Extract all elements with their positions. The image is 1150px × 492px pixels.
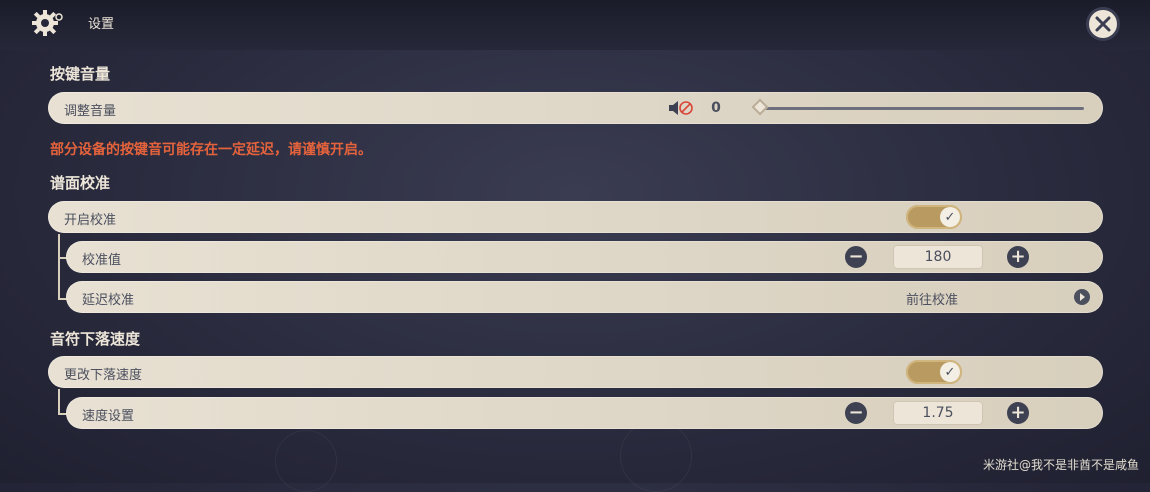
volume-slider-track[interactable] — [760, 107, 1084, 110]
close-icon — [1095, 16, 1111, 32]
calibration-decrease-button[interactable]: − — [845, 246, 867, 268]
volume-value: 0 — [711, 100, 721, 116]
speed-value-field[interactable]: 1.75 — [893, 401, 983, 425]
enable-calibration-toggle[interactable]: ✓ — [906, 205, 962, 229]
delay-calibration-label: 延迟校准 — [82, 293, 135, 308]
speed-increase-button[interactable]: + — [1007, 402, 1029, 424]
calibration-value-row: 校准值 − 180 + — [66, 241, 1103, 273]
calibration-value-field[interactable]: 180 — [893, 245, 983, 269]
warning-text: 部分设备的按键音可能存在一定延迟，请谨慎开启。 — [50, 142, 372, 158]
calibration-value-label: 校准值 — [82, 253, 122, 268]
minus-icon: − — [848, 246, 864, 267]
goto-calibration-link[interactable]: 前往校准 — [906, 289, 958, 308]
section-title-calibration: 谱面校准 — [50, 174, 111, 192]
close-button[interactable] — [1086, 7, 1120, 41]
watermark: 米游社@我不是非酋不是咸鱼 — [983, 458, 1140, 472]
top-bar: 设置 — [0, 0, 1150, 50]
enable-calibration-row: 开启校准 ✓ — [48, 201, 1103, 233]
change-speed-label: 更改下落速度 — [64, 368, 143, 383]
calibration-increase-button[interactable]: + — [1007, 246, 1029, 268]
check-icon: ✓ — [940, 362, 960, 382]
volume-row: 调整音量 0 — [48, 92, 1103, 124]
delay-calibration-row[interactable]: 延迟校准 前往校准 — [66, 281, 1103, 313]
enable-calibration-label: 开启校准 — [64, 213, 117, 228]
change-speed-toggle[interactable]: ✓ — [906, 360, 962, 384]
background-decoration — [620, 420, 692, 492]
gear-icon — [30, 8, 64, 38]
speed-setting-row: 速度设置 − 1.75 + — [66, 397, 1103, 429]
section-title-key-volume: 按键音量 — [50, 65, 111, 83]
volume-slider-thumb[interactable] — [751, 98, 769, 116]
section-title-fall-speed: 音符下落速度 — [50, 330, 141, 348]
volume-muted-icon[interactable] — [668, 100, 694, 116]
volume-label: 调整音量 — [64, 104, 117, 119]
minus-icon: − — [848, 402, 864, 423]
plus-icon: + — [1010, 402, 1026, 423]
page-title: 设置 — [88, 17, 115, 32]
plus-icon: + — [1010, 246, 1026, 267]
check-icon: ✓ — [940, 207, 960, 227]
change-speed-row: 更改下落速度 ✓ — [48, 356, 1103, 388]
arrow-right-icon[interactable] — [1074, 289, 1090, 305]
speed-decrease-button[interactable]: − — [845, 402, 867, 424]
speed-setting-label: 速度设置 — [82, 409, 135, 424]
